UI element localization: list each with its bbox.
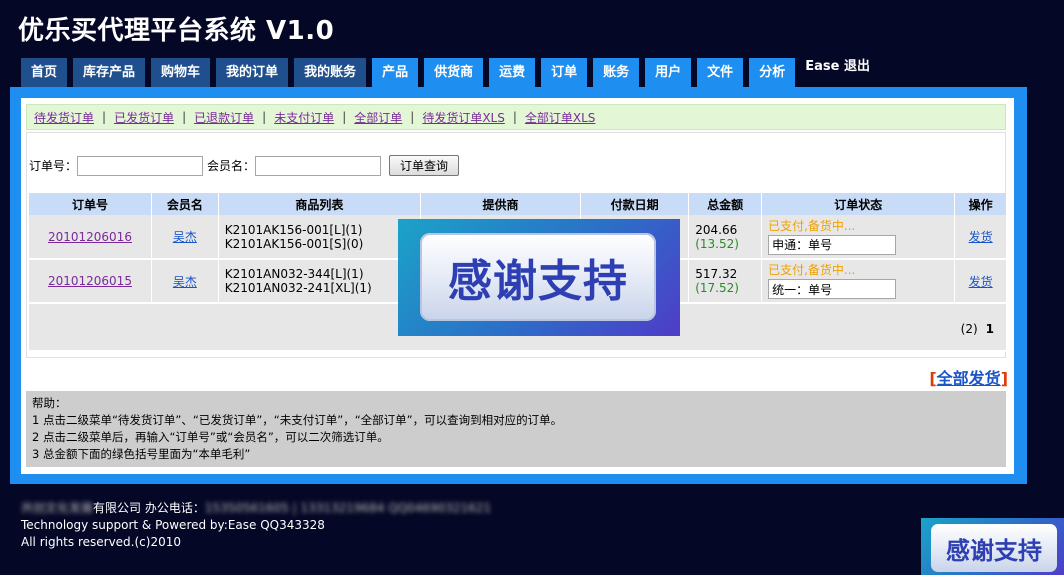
help-box: 帮助： 1 点击二级菜单“待发货订单”、“已发货订单”，“未支付订单”，“全部订… [26,391,1006,467]
nav-tab-11[interactable]: 文件 [697,58,744,87]
nav-tab-8[interactable]: 订单 [541,58,588,87]
order-no-cell: 20101206015 [29,259,152,304]
thanks-banner: 感谢支持 [398,219,680,336]
column-header-0: 订单号 [29,193,152,215]
pager-current: 1 [985,322,994,336]
status-cell: 已支付,备货中... [761,259,956,304]
items-cell: K2101AN032-344[L](1) K2101AN032-241[XL](1… [218,259,422,304]
item-line: K2101AK156-001[L](1) [224,222,363,237]
order-no-link[interactable]: 20101206016 [48,230,132,244]
item-line: K2101AN032-241[XL](1) [224,281,372,295]
total-cell: 204.66 (13.52) [688,215,763,260]
member-link[interactable]: 吴杰 [173,230,197,244]
subnav-link-4[interactable]: 全部订单 [354,109,402,126]
nav-tab-3[interactable]: 我的订单 [216,58,289,87]
ship-button[interactable]: 发货 [969,230,993,244]
footer-line-3: All rights reserved.(c)2010 [21,535,181,549]
nav-tab-4[interactable]: 我的账务 [294,58,367,87]
nav-tab-10[interactable]: 用户 [645,58,692,87]
item-line: K2101AK156-001[S](0) [224,236,364,251]
subnav-separator: | [342,110,347,124]
logout-link[interactable]: 退出 [844,59,870,74]
nav-user: Ease 退出 [801,58,874,87]
subnav-separator: | [410,110,415,124]
profit-amount: (17.52) [695,281,739,295]
footer-phones-blurred: 15350561605 | 13313219684 QQ04690321621 [204,501,492,515]
ship-all-bracket-close: ] [1000,369,1008,388]
member-name-label: 会员名： [207,159,256,173]
table-header-row: 订单号 会员名 商品列表 提供商 付款日期 总金额 订单状态 操作 [29,193,1007,215]
ship-all-bracket-open: [ [929,369,937,388]
order-status: 已支付,备货中... [768,263,856,277]
order-no-label: 订单号： [29,159,78,173]
total-amount: 204.66 [695,222,738,237]
subnav-link-1[interactable]: 已发货订单 [114,109,174,126]
column-header-5: 总金额 [688,193,763,215]
column-header-2: 商品列表 [218,193,422,215]
column-header-1: 会员名 [151,193,219,215]
main-nav: 首页 库存产品 购物车 我的订单 我的账务 产品 供货商 运费 订单 账务 用户 文件 分析 Ease 退… [21,58,874,87]
column-header-3: 提供商 [420,193,581,215]
nav-tab-5[interactable]: 产品 [372,58,419,87]
help-line-1: 1 点击二级菜单“待发货订单”、“已发货订单”，“未支付订单”，“全部订单”，可… [32,413,563,427]
nav-username: Ease [805,59,840,74]
nav-tab-6[interactable]: 供货商 [424,58,484,87]
footer-company-suffix: 有限公司 办公电话： [93,501,205,515]
app-title: 优乐买代理平台系统 V1.0 [18,16,335,46]
footer-line-1: 共创文化发展有限公司 办公电话：15350561605 | 1331321968… [21,500,491,517]
subnav-link-0[interactable]: 待发货订单 [34,109,94,126]
subnav-separator: | [262,110,267,124]
subnav-separator: | [182,110,187,124]
total-cell: 517.32 (17.52) [688,259,763,304]
thanks-banner-text: 感谢支持 [420,233,656,321]
items-cell: K2101AK156-001[L](1) K2101AK156-001[S](0) [218,215,422,260]
column-header-6: 订单状态 [761,193,956,215]
member-name-input[interactable] [255,155,382,176]
action-cell: 发货 [954,215,1007,260]
subnav-link-3[interactable]: 未支付订单 [274,109,334,126]
status-cell: 已支付,备货中... [761,215,956,260]
subnav-link-5[interactable]: 待发货订单XLS [422,109,505,126]
help-title: 帮助： [32,396,67,410]
nav-tab-9[interactable]: 账务 [593,58,640,87]
pager-prev[interactable]: (2) [961,322,978,336]
order-search-button[interactable]: 订单查询 [389,155,460,176]
nav-tab-7[interactable]: 运费 [489,58,536,87]
footer: 共创文化发展有限公司 办公电话：15350561605 | 1331321968… [21,500,491,551]
footer-company-blurred: 共创文化发展 [21,501,94,515]
member-link[interactable]: 吴杰 [173,275,197,289]
order-no-cell: 20101206016 [29,215,152,260]
column-header-4: 付款日期 [580,193,690,215]
search-row: 订单号： 会员名： 订单查询 [29,155,460,176]
ship-button[interactable]: 发货 [969,275,993,289]
tracking-input[interactable] [768,234,897,255]
order-no-input[interactable] [77,155,204,176]
subnav-link-2[interactable]: 已退款订单 [194,109,254,126]
profit-amount: (13.52) [695,236,739,251]
subnav-separator: | [512,110,517,124]
nav-tab-12[interactable]: 分析 [749,58,796,87]
thanks-badge: 感谢支持 [921,518,1064,575]
item-line: K2101AN032-344[L](1) [224,267,364,281]
ship-all-link[interactable]: 全部发货 [937,369,1001,388]
order-no-link[interactable]: 20101206015 [48,274,132,288]
nav-tab-1[interactable]: 库存产品 [73,58,146,87]
help-line-3: 3 总金额下面的绿色括号里面为“本单毛利” [32,447,251,461]
action-cell: 发货 [954,259,1007,304]
nav-tab-2[interactable]: 购物车 [151,58,211,87]
help-line-2: 2 点击二级菜单后，再输入“订单号”或“会员名”，可以二次筛选订单。 [32,430,389,444]
ship-all: [全部发货] [929,365,1008,389]
nav-tab-0[interactable]: 首页 [21,58,68,87]
thanks-badge-text: 感谢支持 [931,524,1057,572]
footer-line-2: Technology support & Powered by:Ease QQ3… [21,518,325,532]
column-header-7: 操作 [954,193,1007,215]
sub-nav: 待发货订单 | 已发货订单 | 已退款订单 | 未支付订单 | 全部订单 | 待发货订单XLS | 全部… [26,104,1006,130]
member-cell: 吴杰 [151,215,219,260]
order-status: 已支付,备货中... [768,218,856,233]
subnav-link-6[interactable]: 全部订单XLS [525,109,596,126]
tracking-input[interactable] [768,279,897,299]
member-cell: 吴杰 [151,259,219,304]
subnav-separator: | [102,110,107,124]
total-amount: 517.32 [695,267,738,281]
